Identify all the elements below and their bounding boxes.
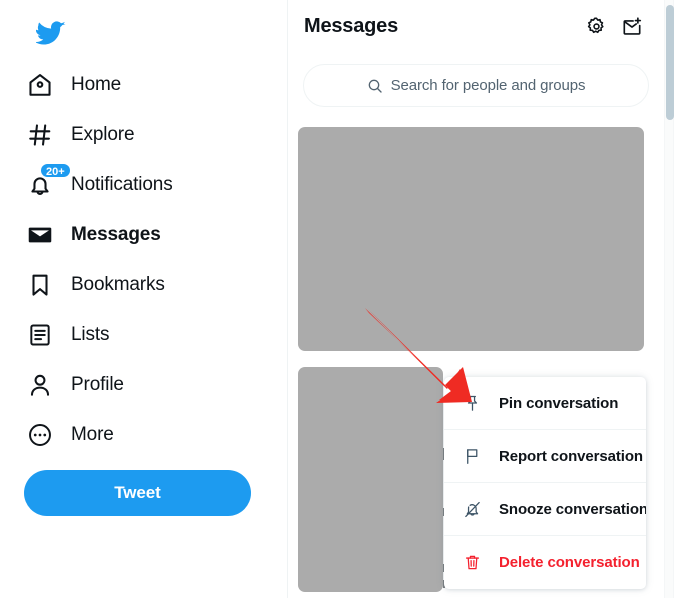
hashtag-icon bbox=[26, 121, 54, 149]
flag-icon bbox=[462, 446, 482, 466]
search-icon bbox=[367, 78, 383, 94]
menu-item-snooze-conversation[interactable]: Snooze conversation bbox=[444, 483, 646, 536]
sidebar-item-label: More bbox=[71, 424, 114, 445]
menu-item-label: Pin conversation bbox=[499, 394, 619, 412]
bookmark-icon bbox=[26, 271, 54, 299]
menu-item-report-conversation[interactable]: Report conversation bbox=[444, 430, 646, 483]
menu-item-label: Snooze conversation bbox=[499, 500, 646, 518]
sidebar-item-label: Messages bbox=[71, 224, 161, 245]
bell-icon: 20+ bbox=[26, 162, 72, 199]
sidebar-item-label: Home bbox=[71, 74, 122, 95]
settings-button[interactable] bbox=[579, 10, 613, 44]
sidebar-item-lists[interactable]: Lists bbox=[0, 310, 288, 360]
sidebar-item-label: Profile bbox=[71, 374, 124, 395]
new-message-icon bbox=[623, 16, 642, 35]
sidebar-item-more[interactable]: More bbox=[0, 410, 288, 460]
bell-muted-icon bbox=[462, 499, 482, 519]
menu-item-label: Delete conversation bbox=[499, 554, 640, 571]
scrollbar-thumb[interactable] bbox=[666, 5, 674, 120]
tweet-button[interactable]: Tweet bbox=[24, 470, 251, 516]
sidebar-nav-list: Home Explore 20+ Notifications Messages … bbox=[0, 60, 288, 460]
sidebar-item-label: Notifications bbox=[71, 174, 173, 195]
menu-item-label: Report conversation bbox=[499, 447, 643, 465]
twitter-messages-screen: Home Explore 20+ Notifications Messages … bbox=[0, 0, 695, 598]
new-message-button[interactable] bbox=[615, 10, 649, 44]
notifications-badge: 20+ bbox=[39, 162, 72, 179]
person-icon bbox=[26, 371, 54, 399]
search-input[interactable]: Search for people and groups bbox=[303, 64, 649, 107]
more-circle-icon bbox=[26, 421, 54, 449]
sidebar-item-bookmarks[interactable]: Bookmarks bbox=[0, 260, 288, 310]
envelope-icon bbox=[26, 221, 54, 249]
conversation-preview-2[interactable] bbox=[298, 367, 443, 592]
trash-icon bbox=[462, 553, 482, 573]
messages-header: Messages bbox=[289, 0, 663, 53]
twitter-logo[interactable] bbox=[26, 8, 76, 58]
sidebar-item-explore[interactable]: Explore bbox=[0, 110, 288, 160]
conversation-preview-1[interactable] bbox=[298, 127, 644, 351]
home-icon bbox=[26, 71, 54, 99]
sidebar-item-home[interactable]: Home bbox=[0, 60, 288, 110]
sidebar-item-label: Bookmarks bbox=[71, 274, 165, 295]
sidebar-item-notifications[interactable]: 20+ Notifications bbox=[0, 160, 288, 210]
sidebar-item-label: Explore bbox=[71, 124, 135, 145]
sidebar-item-label: Lists bbox=[71, 324, 110, 345]
pin-icon bbox=[462, 393, 482, 413]
gear-icon bbox=[587, 17, 604, 34]
sidebar-item-profile[interactable]: Profile bbox=[0, 360, 288, 410]
sidebar-item-messages[interactable]: Messages bbox=[0, 210, 288, 260]
conversation-scrollbar[interactable] bbox=[664, 0, 674, 598]
search-placeholder-text: Search for people and groups bbox=[390, 77, 586, 94]
conversation-context-menu: Pin conversation Report conversation Sno… bbox=[444, 377, 646, 589]
page-title: Messages bbox=[304, 15, 399, 37]
primary-sidebar: Home Explore 20+ Notifications Messages … bbox=[0, 0, 288, 598]
list-icon bbox=[26, 321, 54, 349]
search-bar[interactable]: Search for people and groups bbox=[303, 64, 649, 107]
menu-item-delete-conversation[interactable]: Delete conversation bbox=[444, 536, 646, 589]
menu-item-pin-conversation[interactable]: Pin conversation bbox=[444, 377, 646, 430]
twitter-bird-icon bbox=[36, 21, 66, 45]
